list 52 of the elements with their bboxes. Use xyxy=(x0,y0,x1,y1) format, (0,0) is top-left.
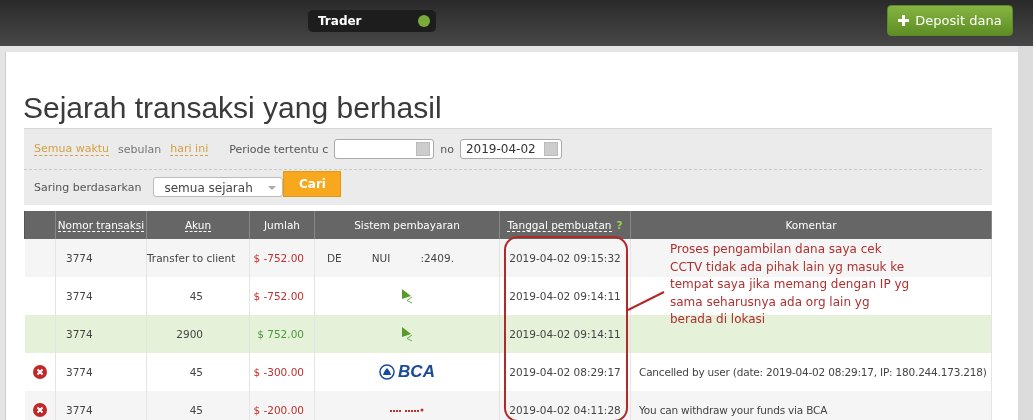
comment-cell: Cancelled by user (date: 2019-04-02 08:29:17, IP: 180.244.173.218) xyxy=(639,366,987,378)
arrow-logo-icon xyxy=(401,288,413,304)
date-cell: 2019-04-02 04:11:28 xyxy=(509,404,621,416)
table-cell: 3774 xyxy=(66,404,93,416)
table-cell: :2409. xyxy=(420,252,454,264)
table-cell: NUI xyxy=(371,252,391,264)
date-cell: 2019-04-02 09:14:11 xyxy=(509,290,621,302)
dropdown-icon xyxy=(418,15,430,27)
period-label: sebulan xyxy=(118,142,162,156)
amount-cell: $ -200.00 xyxy=(253,404,304,416)
amount-cell: $ -752.00 xyxy=(253,252,304,264)
deposit-button[interactable]: Deposit dana xyxy=(887,5,1013,36)
column-header: Sistem pembayaran xyxy=(354,219,460,231)
calendar-icon[interactable] xyxy=(416,142,431,156)
bank-logo-icon xyxy=(379,364,396,380)
help-icon[interactable]: ? xyxy=(616,219,623,231)
date-field[interactable]: 2019-04-02 xyxy=(459,139,562,159)
bca-logo: BCA xyxy=(379,362,435,382)
date-field[interactable] xyxy=(334,139,435,159)
comment-cell: You can withdraw your funds via BCA xyxy=(639,404,828,416)
table-cell: 3774 xyxy=(66,366,93,378)
column-header: Jumlah xyxy=(264,219,300,231)
amount-cell: $ -752.00 xyxy=(253,290,304,302)
column-header: Komentar xyxy=(785,219,837,231)
leader-line xyxy=(627,291,665,311)
table-cell: 2900 xyxy=(176,328,203,340)
sort-header[interactable]: Akun xyxy=(184,219,212,232)
sort-header[interactable]: Tanggal pembuatan xyxy=(507,219,612,232)
arrow-logo-icon xyxy=(401,326,413,342)
amount-cell: $ 752.00 xyxy=(257,328,304,340)
to-label: no xyxy=(440,142,454,156)
payment-logo-icon xyxy=(390,408,424,414)
date-cell: 2019-04-02 09:14:11 xyxy=(509,328,621,340)
table-cell: 45 xyxy=(189,290,203,302)
calendar-icon[interactable] xyxy=(543,142,558,156)
filter-select[interactable]: semua sejarah xyxy=(153,177,284,197)
amount-cell: $ -300.00 xyxy=(253,366,304,378)
table-cell: 3774 xyxy=(66,252,93,264)
table-cell: DE xyxy=(327,252,342,264)
table-cell: 45 xyxy=(189,366,203,378)
table-cell: 45 xyxy=(189,404,203,416)
date-cell: 2019-04-02 09:15:32 xyxy=(509,252,621,264)
plus-icon xyxy=(898,15,910,26)
annotation-note: Proses pengambilan dana saya cek CCTV tidak ada pihak lain yg masuk ke tempat saya jika memang dengan IP yg sama seharusnya ada org lain yg berada di lokasi xyxy=(670,241,910,328)
account-select[interactable]: Trader xyxy=(308,10,436,32)
range-label: Periode tertentu c xyxy=(229,142,329,156)
table-cell: 3774 xyxy=(66,290,93,302)
filter-label: Saring berdasarkan xyxy=(34,180,142,194)
page-title: Sejarah transaksi yang berhasil xyxy=(23,90,443,126)
table-cell: 3774 xyxy=(66,328,93,340)
table-cell: Transfer to client xyxy=(147,252,236,264)
date-cell: 2019-04-02 08:29:17 xyxy=(509,366,621,378)
